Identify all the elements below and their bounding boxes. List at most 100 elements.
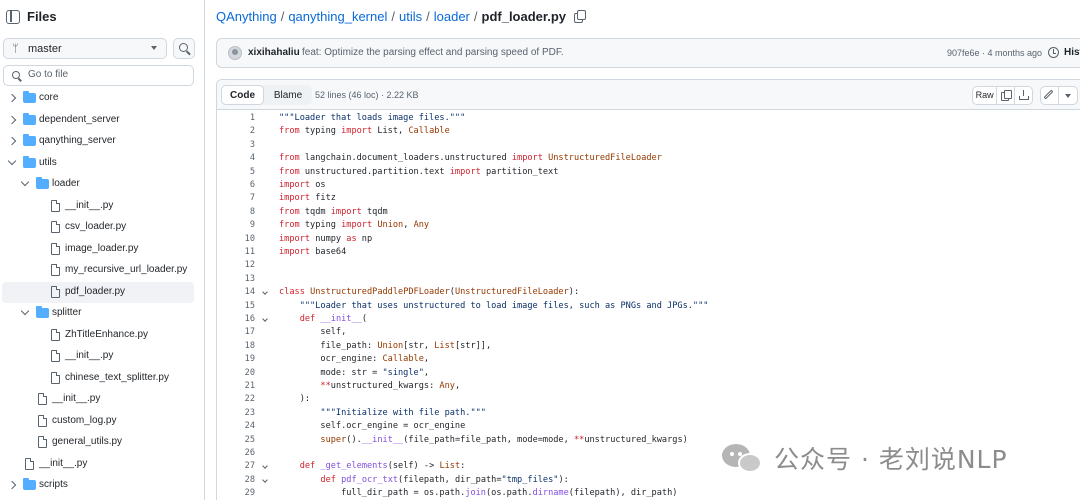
tree-folder[interactable]: qanything_server [2, 131, 194, 152]
line-number[interactable]: 25 [217, 434, 255, 447]
tree-folder[interactable]: dependent_server [2, 110, 194, 131]
line-number[interactable]: 6 [217, 179, 255, 192]
line-number[interactable]: 29 [217, 487, 255, 500]
line-number[interactable]: 26 [217, 447, 255, 460]
code-token: super [320, 434, 347, 445]
chevron-down-icon[interactable] [20, 306, 30, 316]
fold-chevron-icon[interactable] [262, 316, 268, 322]
chevron-down-icon[interactable] [20, 177, 30, 187]
breadcrumb-folder-kernel[interactable]: qanything_kernel [288, 9, 387, 24]
fold-chevron-icon[interactable] [262, 289, 268, 296]
chevron-right-icon[interactable] [7, 93, 17, 103]
chevron-right-icon[interactable] [7, 115, 17, 124]
line-number[interactable]: 3 [217, 139, 255, 152]
line-number[interactable]: 16 [217, 313, 255, 326]
download-button[interactable] [1015, 87, 1032, 104]
code-text: from unstructured.partition.text import … [279, 166, 558, 179]
tree-file[interactable]: __init__.py [2, 454, 194, 475]
sidebar-title: Files [27, 9, 57, 24]
tab-code[interactable]: Code [221, 85, 264, 105]
raw-button[interactable]: Raw [973, 87, 998, 104]
code-text: self, [279, 326, 346, 339]
tree-folder[interactable]: core [2, 88, 194, 109]
avatar[interactable] [228, 46, 242, 60]
history-button[interactable]: Histo [1064, 47, 1080, 58]
breadcrumb-folder-loader[interactable]: loader [434, 9, 470, 24]
line-number[interactable]: 14 [217, 286, 255, 299]
line-number[interactable]: 22 [217, 393, 255, 406]
file-stats: 52 lines (46 loc) · 2.22 KB [315, 90, 419, 100]
code-text: def pdf_ocr_txt(filepath, dir_path="tmp_… [279, 474, 568, 487]
collapse-panel-icon[interactable] [6, 10, 20, 24]
search-button[interactable] [173, 38, 195, 59]
line-number[interactable]: 28 [217, 474, 255, 487]
tree-folder[interactable]: scripts [2, 475, 194, 496]
code-token: langchain.document_loaders.unstructured [299, 153, 512, 164]
code-token: __init__ [320, 314, 362, 324]
line-number[interactable]: 1 [217, 112, 255, 125]
tab-blame[interactable]: Blame [265, 85, 311, 105]
copy-raw-button[interactable] [997, 87, 1015, 104]
line-number[interactable]: 13 [217, 273, 255, 286]
tree-file[interactable]: ZhTitleEnhance.py [2, 325, 194, 346]
line-number[interactable]: 9 [217, 219, 255, 232]
commit-author[interactable]: xixihahaliu [248, 47, 300, 58]
line-number[interactable]: 4 [217, 152, 255, 165]
latest-commit-bar: xixihahaliu feat: Optimize the parsing e… [216, 38, 1080, 68]
line-number[interactable]: 15 [217, 300, 255, 313]
line-number[interactable]: 17 [217, 326, 255, 339]
line-number[interactable]: 8 [217, 206, 255, 219]
line-number[interactable]: 23 [217, 407, 255, 420]
copy-path-icon[interactable] [574, 10, 587, 23]
tree-folder[interactable]: loader [2, 174, 194, 195]
code-token: """Loader that loads image files.""" [279, 113, 466, 123]
commit-message[interactable]: feat: Optimize the parsing effect and pa… [302, 47, 564, 58]
go-to-file-input[interactable] [28, 69, 188, 80]
tree-file[interactable]: __init__.py [2, 196, 194, 217]
go-to-file-box[interactable] [3, 65, 194, 86]
edit-actions-group [1040, 86, 1078, 105]
line-number[interactable]: 24 [217, 420, 255, 433]
line-number[interactable]: 18 [217, 340, 255, 353]
tree-folder[interactable]: splitter [2, 303, 194, 324]
line-number[interactable]: 19 [217, 353, 255, 366]
line-number[interactable]: 10 [217, 233, 255, 246]
line-number[interactable]: 11 [217, 246, 255, 259]
line-number[interactable]: 12 [217, 259, 255, 272]
tree-file[interactable]: pdf_loader.py [2, 281, 194, 303]
branch-selector[interactable]: ᛘ master [3, 38, 167, 59]
tree-folder[interactable]: utils [2, 153, 194, 174]
tree-file[interactable]: chinese_text_splitter.py [2, 368, 194, 389]
code-line: 29 full_dir_path = os.path.join(os.path.… [217, 487, 1080, 500]
more-edit-options-button[interactable] [1059, 87, 1077, 104]
edit-button[interactable] [1041, 87, 1060, 104]
chevron-right-icon[interactable] [7, 136, 17, 146]
code-token: : [460, 461, 466, 472]
line-number[interactable]: 27 [217, 460, 255, 473]
tree-file[interactable]: general_utils.py [2, 432, 194, 453]
code-token: Union [377, 220, 404, 231]
tree-file[interactable]: __init__.py [2, 346, 194, 367]
code-text: from langchain.document_loaders.unstruct… [279, 152, 662, 165]
tree-file[interactable]: __init__.py [2, 389, 194, 410]
line-number[interactable]: 7 [217, 192, 255, 205]
line-number[interactable]: 20 [217, 367, 255, 380]
line-number[interactable]: 21 [217, 380, 255, 393]
fold-chevron-icon[interactable] [262, 463, 268, 470]
chevron-down-icon[interactable] [7, 156, 17, 165]
line-number[interactable]: 5 [217, 166, 255, 179]
breadcrumb-folder-utils[interactable]: utils [399, 9, 422, 24]
tree-file[interactable]: custom_log.py [2, 411, 194, 432]
fold-chevron-icon[interactable] [262, 476, 268, 483]
commit-meta[interactable]: 907fe6e · 4 months ago [947, 48, 1042, 58]
tree-file[interactable]: my_recursive_url_loader.py [2, 260, 194, 281]
breadcrumb-repo[interactable]: QAnything [216, 9, 277, 24]
chevron-down-icon [1065, 94, 1072, 98]
tree-file[interactable]: csv_loader.py [2, 217, 194, 238]
code-token: List, [372, 126, 409, 137]
tree-file[interactable]: image_loader.py [2, 239, 194, 260]
code-text: ocr_engine: Callable, [279, 353, 429, 366]
chevron-right-icon[interactable] [7, 480, 17, 490]
line-number[interactable]: 2 [217, 125, 255, 138]
code-token: [str, [403, 340, 435, 351]
